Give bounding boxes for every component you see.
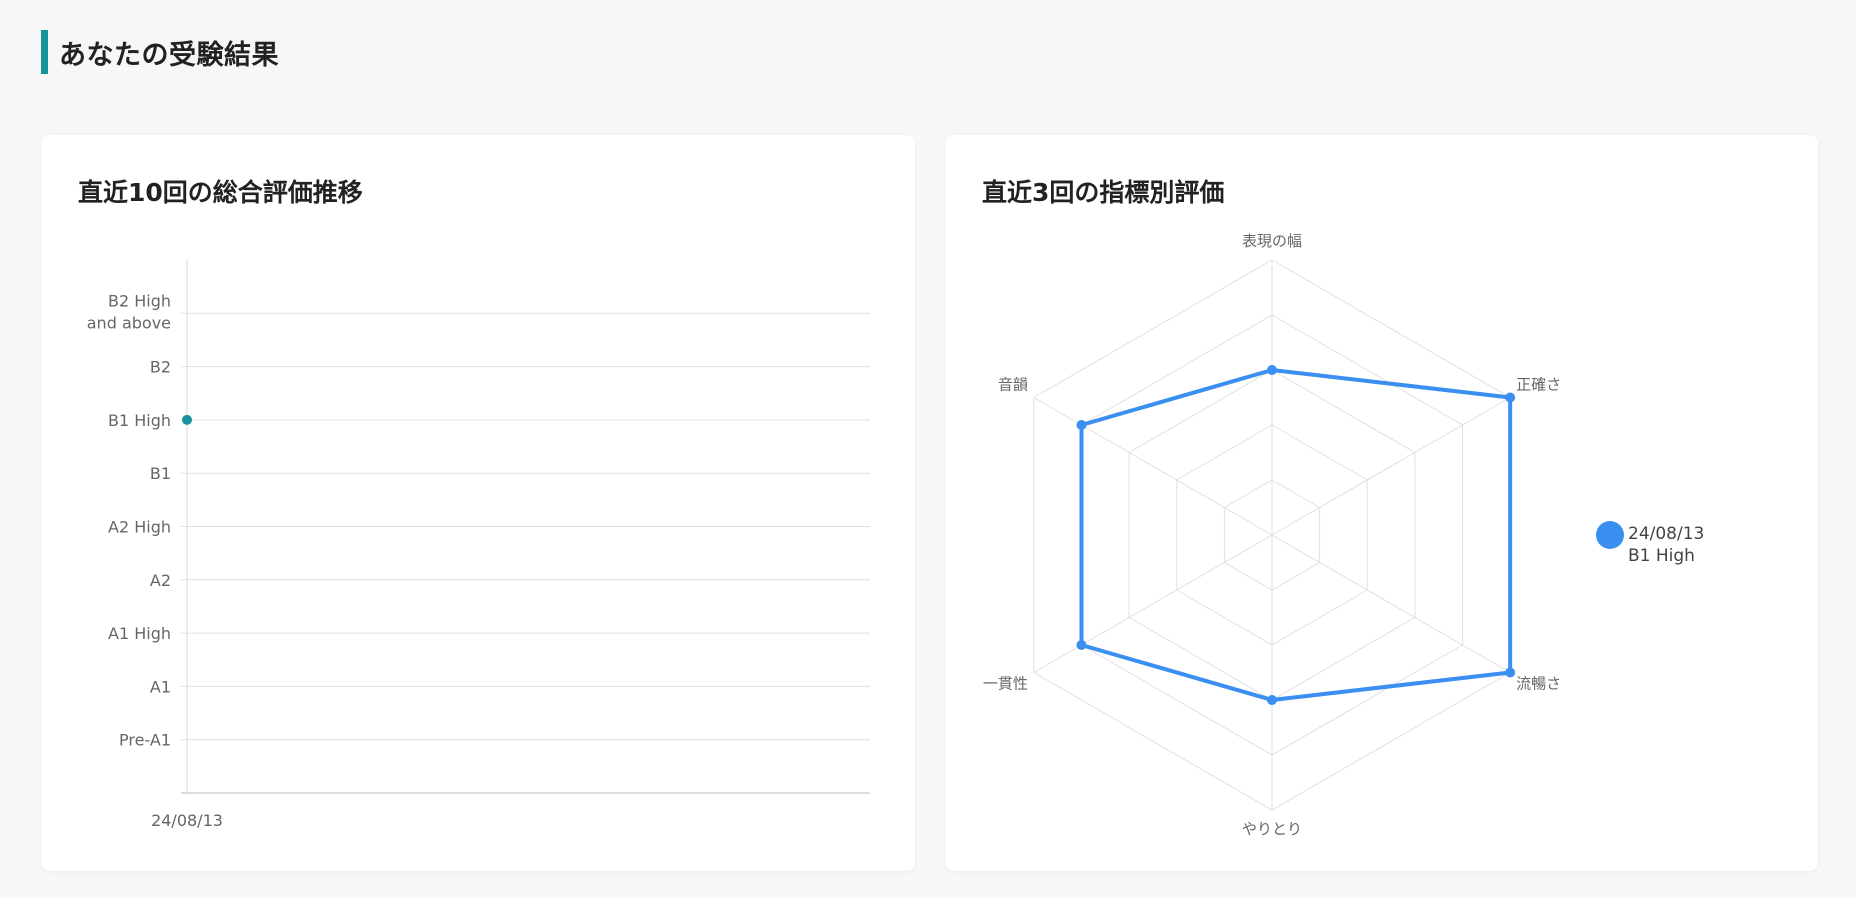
radar-data-point	[1505, 667, 1516, 678]
radar-spoke	[1271, 534, 1511, 673]
page-title: あなたの受験結果	[59, 39, 279, 71]
radar-data-point	[1076, 420, 1087, 430]
radar-series-line	[1079, 368, 1513, 702]
trend-card: 直近10回の総合評価推移 Pre-A1 A1 A1 High A2 A2 High B1 B…	[41, 135, 915, 871]
radar-data-point	[1267, 365, 1277, 375]
y-tick-label-line: and above	[87, 313, 171, 332]
radar-axis-label: 一貫性	[983, 675, 1028, 693]
radar-axis-label: 流暢さ	[1516, 675, 1561, 693]
y-tick-label: B2 High and above	[87, 291, 171, 332]
y-tick-label: B1	[150, 464, 171, 483]
radar-card: 直近3回の指標別評価 表現の幅 正確さ 流暢さ やりとり 一貫性 音韻 24/08/13 B1…	[945, 135, 1818, 871]
page-header: あなたの受験結果	[41, 30, 279, 74]
legend-date: 24/08/13	[1628, 524, 1704, 544]
y-tick-label: A1 High	[108, 624, 171, 643]
y-tick-label: A1	[150, 677, 171, 696]
radar-axis-label: 正確さ	[1516, 376, 1561, 394]
radar-data-point	[1505, 392, 1516, 403]
data-point	[182, 414, 192, 425]
radar-spoke	[1033, 397, 1273, 536]
trend-chart: Pre-A1 A1 A1 High A2 A2 High B1 B1 High B2 B2 Hi…	[87, 260, 870, 830]
legend-level: B1 High	[1628, 546, 1695, 566]
y-tick-label: Pre-A1	[119, 731, 171, 750]
radar-axis-label: 音韻	[998, 376, 1028, 394]
radar-spoke	[1271, 397, 1511, 536]
radar-data-point	[1267, 695, 1277, 705]
x-tick-label: 24/08/13	[151, 811, 223, 830]
y-tick-label: A2 High	[108, 518, 171, 537]
accent-bar	[41, 30, 48, 74]
radar-spoke	[1033, 534, 1273, 673]
radar-chart: 表現の幅正確さ流暢さやりとり 一貫性 音韻 24/08/13B1 High	[983, 232, 1705, 838]
y-tick-label-line: B2 High	[108, 291, 171, 310]
y-tick-label: A2	[150, 571, 171, 590]
legend-marker	[1596, 521, 1624, 549]
radar-axis-label: 表現の幅	[1242, 232, 1302, 250]
y-tick-label: B2	[150, 358, 171, 377]
radar-axis-label: やりとり	[1242, 820, 1302, 838]
radar-data-point	[1076, 640, 1087, 650]
y-tick-label: B1 High	[108, 411, 171, 430]
